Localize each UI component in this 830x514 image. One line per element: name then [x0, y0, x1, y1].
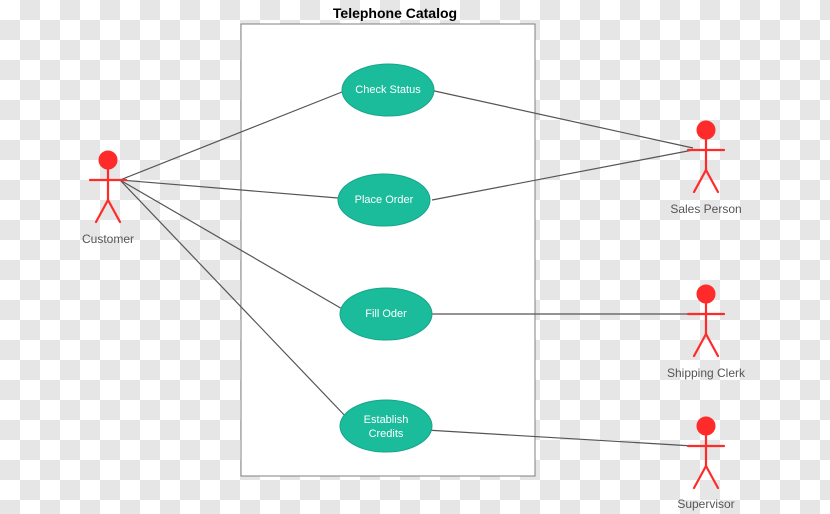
actor-supervisor: Supervisor: [677, 417, 734, 511]
svg-text:Place Order: Place Order: [355, 194, 414, 206]
use-case-diagram: Telephone Catalog Check Status Place Ord…: [0, 0, 830, 514]
actor-customer: Customer: [82, 151, 134, 246]
actor-supervisor-label: Supervisor: [677, 497, 734, 511]
actor-customer-label: Customer: [82, 232, 134, 246]
diagram-title: Telephone Catalog: [333, 5, 457, 21]
actor-shipping-clerk: Shipping Clerk: [667, 285, 746, 380]
actor-shipping-clerk-label: Shipping Clerk: [667, 366, 746, 380]
usecase-establish-credits: Establish Credits: [340, 400, 432, 452]
svg-text:Fill Oder: Fill Oder: [365, 308, 407, 320]
svg-text:Check Status: Check Status: [355, 84, 421, 96]
actor-sales-person: Sales Person: [670, 121, 741, 216]
svg-text:Credits: Credits: [369, 428, 404, 440]
svg-text:Establish: Establish: [364, 414, 409, 426]
usecase-check-status: Check Status: [342, 64, 434, 116]
usecase-place-order: Place Order: [338, 174, 430, 226]
actor-sales-person-label: Sales Person: [670, 202, 741, 216]
usecase-fill-order: Fill Oder: [340, 288, 432, 340]
